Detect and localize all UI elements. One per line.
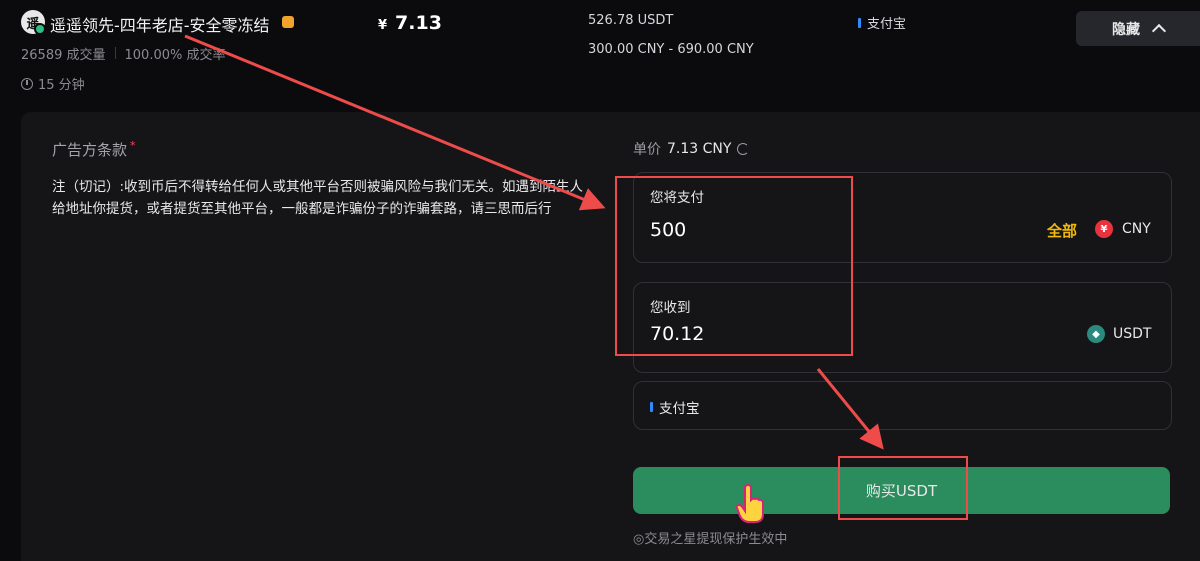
arrow-to-buy xyxy=(816,368,884,450)
pointer-hand-icon xyxy=(735,484,764,523)
annotation-arrows xyxy=(184,34,884,450)
arrow-to-amounts xyxy=(184,34,606,211)
